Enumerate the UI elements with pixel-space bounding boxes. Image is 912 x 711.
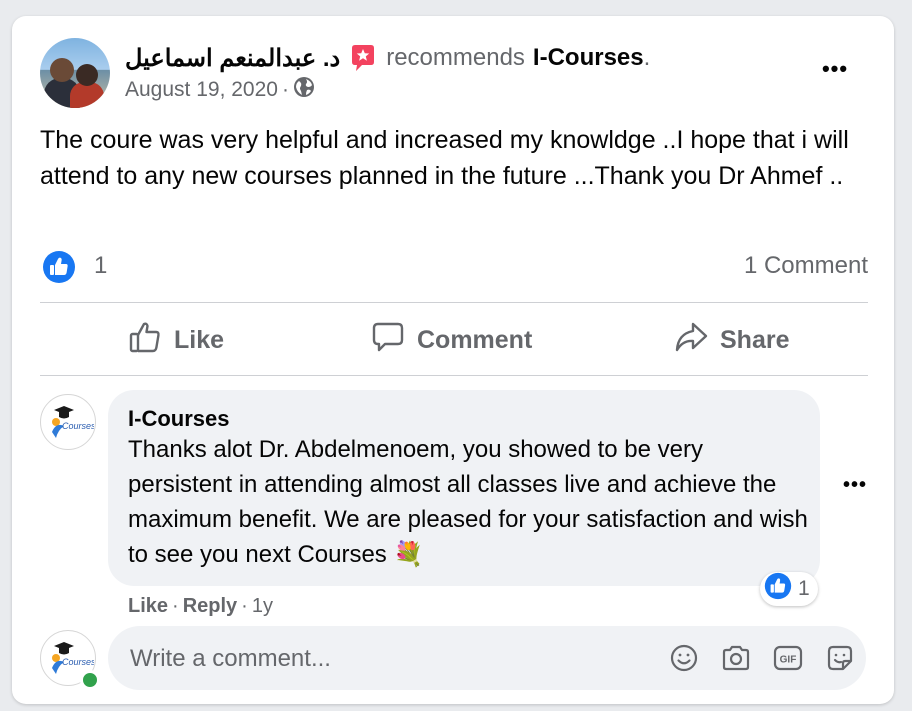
meta-separator: · <box>281 78 289 101</box>
comment-action-separator: · <box>241 594 248 617</box>
comment-input[interactable] <box>128 640 652 678</box>
share-button[interactable]: Share <box>674 318 789 362</box>
comment-author[interactable]: I-Courses <box>128 406 229 432</box>
share-arrow-icon <box>674 320 708 361</box>
comment-reaction-count: 1 <box>798 577 810 600</box>
post-more-options-icon[interactable]: ••• <box>815 56 855 82</box>
comment-reaction-badge[interactable]: 1 <box>760 572 818 606</box>
post-actions: Like Comment Share <box>40 306 868 372</box>
online-status-dot <box>80 670 100 690</box>
post-meta: August 19, 2020 · <box>125 76 315 104</box>
like-button-label: Like <box>174 325 225 354</box>
like-count[interactable]: 1 <box>94 252 107 280</box>
comment-like-link[interactable]: Like <box>128 595 168 618</box>
comment-text: Thanks alot Dr. Abdelmenoem, you showed … <box>128 436 808 568</box>
comment-bubble: I-Courses Thanks alot Dr. Abdelmenoem, y… <box>108 390 820 586</box>
comment-action-separator: · <box>172 594 179 617</box>
comment-actions: Like · Reply · 1y <box>128 592 273 620</box>
page-name-link[interactable]: I-Courses <box>533 44 644 71</box>
share-button-label: Share <box>720 325 790 354</box>
comment-button-label: Comment <box>417 325 533 354</box>
post-text: The coure was very helpful and increased… <box>40 126 849 190</box>
author-name[interactable]: د. عبدالمنعم اسماعيل <box>125 44 340 73</box>
comment-more-options-icon[interactable]: ••• <box>835 474 875 497</box>
comments-count-link[interactable]: 1 Comment <box>744 252 868 280</box>
camera-icon[interactable] <box>720 642 752 674</box>
globe-icon <box>293 76 315 104</box>
thumbs-up-icon <box>128 320 162 361</box>
gif-icon-label: GIF <box>780 655 797 666</box>
comment-reply-link[interactable]: Reply <box>183 595 237 618</box>
divider-bottom <box>40 375 868 376</box>
post-card: د. عبدالمنعم اسماعيل recommends I-Course… <box>12 16 894 704</box>
commenter-avatar[interactable]: Courses <box>40 394 96 450</box>
sticker-icon[interactable] <box>824 642 856 674</box>
page-suffix: . <box>643 44 651 71</box>
i-courses-logo-icon: Courses <box>52 406 94 438</box>
author-avatar[interactable] <box>40 38 110 108</box>
post-header-line: د. عبدالمنعم اسماعيل recommends I-Course… <box>125 42 650 74</box>
comment-like-icon <box>764 572 792 606</box>
reactions-summary: 1 1 Comment <box>40 248 868 284</box>
comment-age[interactable]: 1y <box>252 595 273 618</box>
recommends-text: recommends <box>386 44 525 71</box>
commenter-logo-text: Courses <box>62 421 94 431</box>
comment-button[interactable]: Comment <box>371 318 532 362</box>
comment-bubble-icon <box>371 320 405 361</box>
recommends-star-icon <box>348 43 378 73</box>
post-date[interactable]: August 19, 2020 <box>125 78 278 102</box>
emoji-icon[interactable] <box>668 642 700 674</box>
like-reaction-icon[interactable] <box>42 250 76 289</box>
composer-logo-text: Courses <box>62 657 94 667</box>
divider-top <box>40 302 868 303</box>
comment-composer: GIF <box>108 626 866 690</box>
gif-icon[interactable]: GIF <box>772 642 804 674</box>
like-button[interactable]: Like <box>128 318 224 362</box>
